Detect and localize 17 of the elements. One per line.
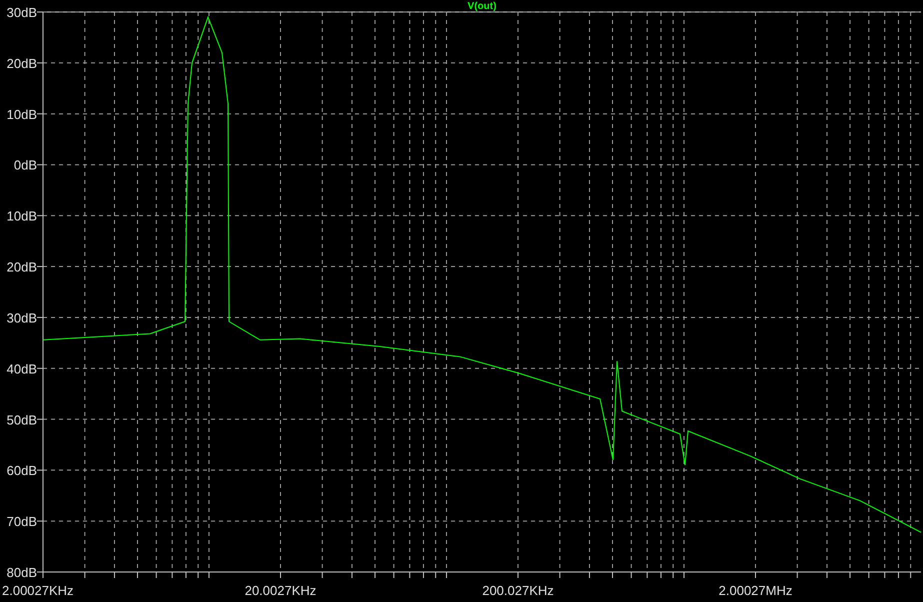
y-axis-label: 40dB (6, 361, 37, 376)
y-axis-label: 10dB (6, 208, 37, 224)
y-axis-label: 20dB (6, 56, 37, 71)
y-axis-label: 70dB (6, 514, 37, 530)
y-axis-label: 30dB (6, 310, 37, 326)
y-axis-label: 80dB (6, 565, 37, 580)
plot-title: V(out) (468, 1, 496, 12)
y-axis-label: 30dB (6, 5, 37, 20)
y-axis-label: 50dB (6, 412, 37, 428)
x-axis-label: 20.0027KHz (244, 583, 316, 598)
x-axis-label: 2.00027KHz (2, 583, 74, 598)
y-axis-label: 60dB (6, 463, 37, 478)
x-axis-label: 200.027KHz (482, 583, 554, 598)
x-axis-label: 2.00027MHz (718, 583, 792, 598)
y-axis-label: 0dB (14, 158, 37, 173)
y-axis-label: 10dB (6, 106, 37, 122)
y-axis-label: 20dB (6, 260, 37, 275)
